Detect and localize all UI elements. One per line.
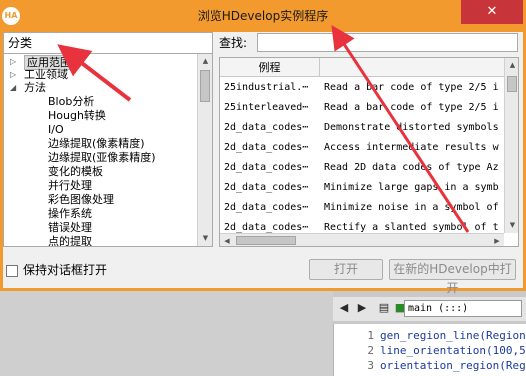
procedure-selector[interactable]: main (:::) — [404, 300, 522, 317]
tree-item-label: 并行处理 — [48, 179, 92, 192]
keep-open-checkbox[interactable] — [6, 264, 18, 277]
column-header[interactable]: 例程 — [220, 58, 504, 77]
scroll-left-icon[interactable]: ◀ — [220, 234, 234, 246]
forward-arrow-icon[interactable]: ▶ — [355, 301, 369, 315]
table-row[interactable]: 2d_data_codes⋯ Read 2D data codes of typ… — [220, 158, 504, 178]
open-in-new-hdevelop-button[interactable]: 在新的HDevelop中打开 — [389, 259, 516, 295]
document-icon[interactable]: ▤ — [377, 301, 391, 315]
example-description: Access intermediate results w — [324, 142, 499, 153]
code-line: 1 gen_region_line(Region — [334, 328, 526, 343]
example-name: 2d_data_codes⋯ — [224, 122, 309, 133]
code-editor[interactable]: 1 gen_region_line(Region 2 line_orientat… — [333, 324, 526, 376]
table-row[interactable]: 2d_data_codes⋯ Minimize large gaps in a … — [220, 178, 504, 198]
list-vertical-scrollbar[interactable]: ▲ ▼ — [504, 58, 518, 233]
scroll-up-icon[interactable]: ▲ — [198, 54, 212, 69]
search-input[interactable] — [257, 33, 518, 52]
tree-item-label: 错误处理 — [48, 221, 92, 234]
category-header: 分类 — [3, 32, 213, 54]
scroll-thumb[interactable] — [236, 236, 296, 245]
table-row[interactable]: 2d_data_codes⋯ Access intermediate resul… — [220, 138, 504, 158]
search-label: 查找: — [219, 36, 248, 50]
tree-item-label: 变化的模板 — [48, 165, 103, 178]
tree-item-label: 点的提取 — [48, 235, 92, 247]
window-title: 浏览HDevelop实例程序 — [197, 9, 329, 23]
tree-item-label: 边缘提取(像素精度) — [48, 137, 145, 150]
expand-arrow-icon[interactable]: ▷ — [10, 55, 16, 68]
example-description: Read a bar code of type 2/5 i — [324, 82, 499, 93]
example-name: 25interleaved⋯ — [224, 102, 309, 113]
column-header-name[interactable]: 例程 — [220, 58, 320, 77]
example-description: Demonstrate distorted symbols — [324, 122, 499, 133]
example-name: 2d_data_codes⋯ — [224, 202, 309, 213]
tree-item-label: 工业领域 — [24, 68, 68, 81]
line-number: 3 — [367, 359, 374, 372]
tree-item-application-area[interactable]: ▷ 应用范围 — [4, 55, 194, 70]
tree-item-label: 彩色图像处理 — [48, 193, 114, 206]
scroll-up-icon[interactable]: ▲ — [505, 58, 518, 73]
tree-item-label: Blob分析 — [48, 95, 95, 108]
scroll-down-icon[interactable]: ▼ — [505, 218, 518, 233]
table-row[interactable]: 25industrial.⋯ Read a bar code of type 2… — [220, 78, 504, 98]
line-number: 1 — [367, 329, 374, 342]
close-button[interactable]: ✕ — [461, 0, 523, 24]
code-line: 2 line_orientation(100,5 — [334, 343, 526, 358]
browse-examples-dialog: HA 浏览HDevelop实例程序 ✕ 分类 ▷ 应用范围 ▷ 工业领域 ◢ 方… — [0, 0, 526, 295]
example-description: Minimize noise in a symbol of — [324, 202, 499, 213]
tree-item-industry[interactable]: ▷ 工业领域 — [4, 68, 194, 81]
examples-list[interactable]: 例程 25industrial.⋯ Read a bar code of typ… — [219, 57, 519, 247]
scroll-thumb[interactable] — [507, 76, 517, 92]
scroll-down-icon[interactable]: ▼ — [198, 231, 212, 246]
example-name: 2d_data_codes⋯ — [224, 182, 309, 193]
tree-scrollbar[interactable]: ▲ ▼ — [197, 54, 212, 246]
example-name: 2d_data_codes⋯ — [224, 162, 309, 173]
tree-item-label: 方法 — [24, 81, 46, 94]
code-line: 3 orientation_region(Reg — [334, 358, 526, 373]
table-row[interactable]: 2d_data_codes⋯ Minimize noise in a symbo… — [220, 198, 504, 218]
scroll-right-icon[interactable]: ▶ — [490, 234, 504, 246]
open-button[interactable]: 打开 — [309, 259, 383, 280]
example-description: Minimize large gaps in a symb — [324, 182, 499, 193]
line-number: 2 — [367, 344, 374, 357]
keep-open-label: 保持对话框打开 — [23, 263, 108, 277]
example-description: Read a bar code of type 2/5 i — [324, 102, 499, 113]
tree-item-label: 操作系统 — [48, 207, 92, 220]
tree-item-label: Hough转换 — [48, 109, 106, 122]
example-name: 25industrial.⋯ — [224, 82, 309, 93]
tree-item-label: 边缘提取(亚像素精度) — [48, 151, 156, 164]
list-horizontal-scrollbar[interactable]: ◀ ▶ — [220, 233, 504, 246]
tree-item-method[interactable]: ◢ 方法 — [4, 81, 194, 94]
code-text: gen_region_line(Region — [380, 329, 526, 342]
expand-arrow-icon[interactable]: ▷ — [10, 68, 16, 81]
tree-item-label: I/O — [48, 123, 64, 136]
example-name: 2d_data_codes⋯ — [224, 142, 309, 153]
background-workspace — [0, 291, 333, 376]
code-text: line_orientation(100,5 — [380, 344, 526, 357]
table-row[interactable]: 25interleaved⋯ Read a bar code of type 2… — [220, 98, 504, 118]
table-row[interactable]: 2d_data_codes⋯ Demonstrate distorted sym… — [220, 118, 504, 138]
keep-dialog-open-option[interactable]: 保持对话框打开 — [6, 263, 107, 277]
collapse-arrow-icon[interactable]: ◢ — [10, 81, 16, 94]
back-arrow-icon[interactable]: ◀ — [337, 301, 351, 315]
scroll-thumb[interactable] — [200, 70, 210, 102]
category-tree[interactable]: ▷ 应用范围 ▷ 工业领域 ◢ 方法 Blob分析 Hough转换 I/O 边缘… — [3, 54, 213, 247]
title-bar[interactable]: HA 浏览HDevelop实例程序 ✕ — [0, 0, 526, 32]
example-description: Read 2D data codes of type Az — [324, 162, 499, 173]
code-text: orientation_region(Reg — [380, 359, 526, 372]
